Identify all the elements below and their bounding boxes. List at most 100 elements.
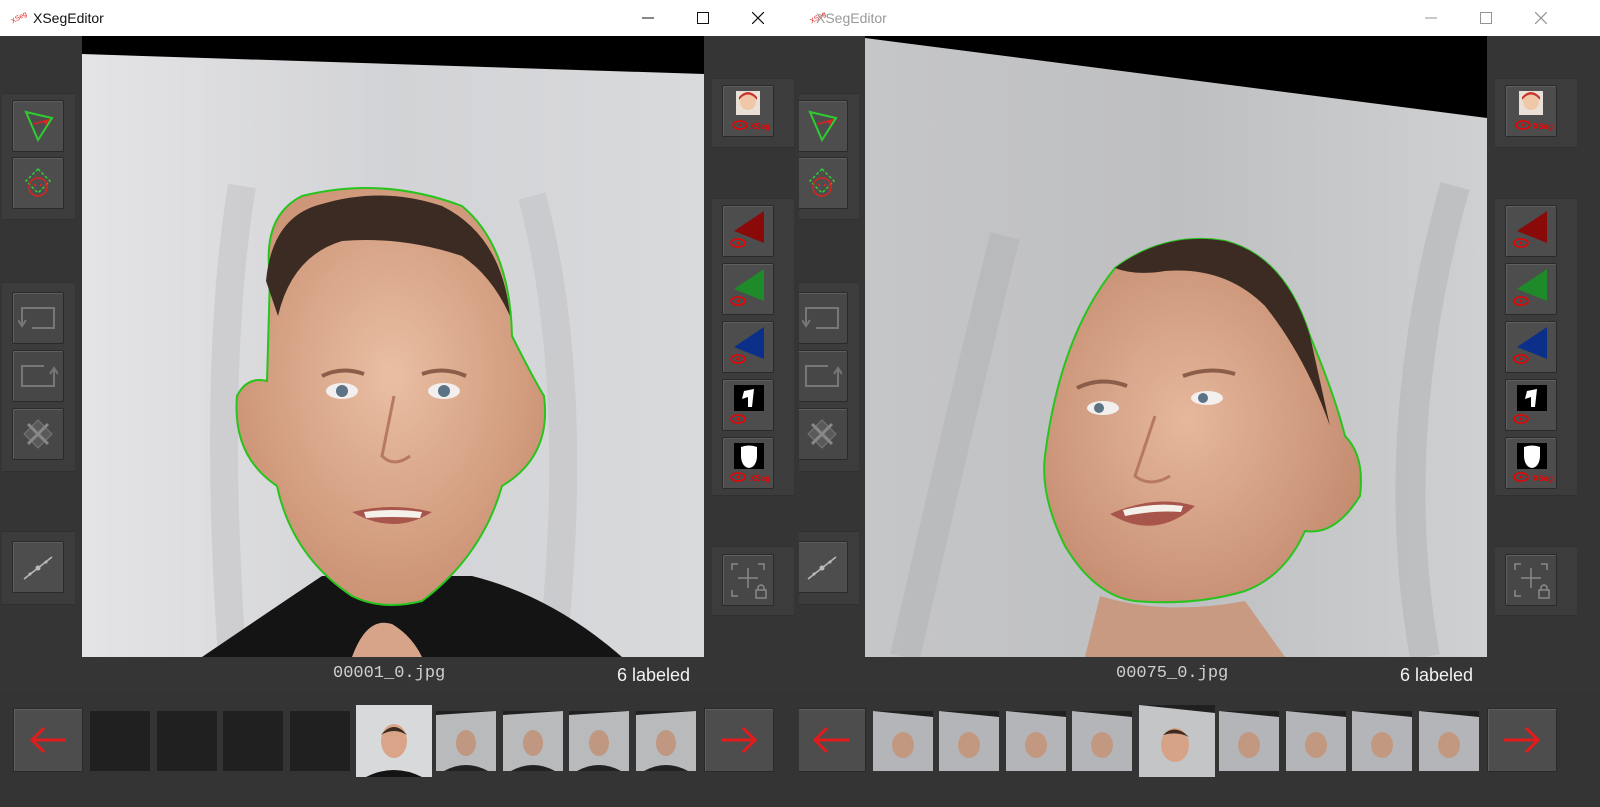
redo-icon <box>805 365 842 387</box>
arrow-right-icon <box>721 726 758 754</box>
image-canvas[interactable] <box>865 36 1487 657</box>
close-button[interactable] <box>1518 0 1564 36</box>
delete-poly-button[interactable] <box>12 408 64 460</box>
overlay-blue-icon <box>1513 327 1547 364</box>
mask-bw-icon <box>1513 385 1547 424</box>
face-image <box>865 38 1487 657</box>
view-lock-add-button[interactable] <box>1505 554 1557 606</box>
undo-button[interactable] <box>799 292 848 344</box>
show-faces-button[interactable]: XSeg <box>1505 85 1557 137</box>
overlay-green-button[interactable] <box>1505 263 1557 315</box>
poly-include-button[interactable] <box>799 100 848 152</box>
minimize-icon <box>1425 17 1437 19</box>
undo-icon <box>802 307 839 329</box>
show-faces-button[interactable]: XSeg <box>722 85 774 137</box>
next-image-button[interactable] <box>1487 708 1557 772</box>
thumbnail-current[interactable] <box>356 705 432 777</box>
close-button[interactable] <box>735 0 781 36</box>
xseg-editor-window-1: XSeg XSegEditor XSeg XSeg 00001_0.jpg 6 … <box>0 0 799 807</box>
overlay-red-icon <box>1513 211 1547 248</box>
svg-text:XSeg: XSeg <box>750 122 770 131</box>
xseg-mask-icon: XSeg <box>730 443 770 483</box>
thumbnail[interactable] <box>1419 711 1479 771</box>
redo-icon <box>21 365 58 387</box>
minimize-button[interactable] <box>1408 0 1454 36</box>
delete-poly-button[interactable] <box>799 408 848 460</box>
labeled-count: 6 labeled <box>617 665 691 685</box>
poly-exclude-button[interactable] <box>799 157 848 209</box>
next-image-button[interactable] <box>704 708 774 772</box>
maximize-button[interactable] <box>1463 0 1509 36</box>
delete-poly-icon <box>807 419 837 449</box>
title-bar[interactable]: XSeg XSegEditor <box>0 0 799 36</box>
delete-poly-icon <box>23 419 53 449</box>
labeled-count: 6 labeled <box>1400 665 1474 685</box>
view-lock-add-icon <box>731 563 767 599</box>
view-lock-button[interactable] <box>799 541 848 593</box>
arrow-right-icon <box>1504 726 1541 754</box>
view-lock-button[interactable] <box>12 541 64 593</box>
mask-bw-button[interactable] <box>1505 379 1557 431</box>
arrow-left-icon <box>29 726 66 754</box>
image-canvas[interactable] <box>82 36 704 657</box>
overlay-blue-button[interactable] <box>722 321 774 373</box>
thumbnail-empty[interactable] <box>290 711 350 771</box>
thumbnail-empty[interactable] <box>223 711 283 771</box>
filename-label: 00075_0.jpg <box>1116 664 1229 683</box>
thumbnail[interactable] <box>436 711 496 771</box>
overlay-green-icon <box>730 269 764 306</box>
svg-text:XSeg: XSeg <box>1533 474 1553 483</box>
poly-include-icon <box>24 110 54 143</box>
svg-text:XSeg: XSeg <box>10 11 27 26</box>
poly-include-button[interactable] <box>12 100 64 152</box>
xseg-mask-icon: XSeg <box>1513 443 1553 483</box>
view-lock-add-icon <box>1514 563 1550 599</box>
thumbnail[interactable] <box>1072 711 1132 771</box>
view-lock-icon <box>23 556 53 580</box>
thumbnail-empty[interactable] <box>157 711 217 771</box>
thumbnail[interactable] <box>873 711 933 771</box>
close-icon <box>1535 12 1547 24</box>
overlay-red-button[interactable] <box>722 205 774 257</box>
overlay-green-icon <box>1513 269 1547 306</box>
thumbnail[interactable] <box>503 711 563 771</box>
minimize-icon <box>642 17 654 19</box>
thumbnail[interactable] <box>939 711 999 771</box>
thumbnail[interactable] <box>636 711 696 771</box>
thumbnail-current[interactable] <box>1139 705 1215 777</box>
mask-bw-icon <box>730 385 764 424</box>
mask-bw-button[interactable] <box>722 379 774 431</box>
maximize-button[interactable] <box>680 0 726 36</box>
overlay-green-button[interactable] <box>722 263 774 315</box>
xseg-mask-button[interactable]: XSeg <box>1505 437 1557 489</box>
poly-exclude-icon <box>808 167 836 197</box>
overlay-red-icon <box>730 211 764 248</box>
redo-button[interactable] <box>799 350 848 402</box>
show-faces-icon: XSeg <box>1515 91 1553 131</box>
prev-image-button[interactable] <box>13 708 83 772</box>
maximize-icon <box>1480 12 1492 24</box>
minimize-button[interactable] <box>625 0 671 36</box>
thumbnail[interactable] <box>1219 711 1279 771</box>
view-lock-add-button[interactable] <box>722 554 774 606</box>
overlay-red-button[interactable] <box>1505 205 1557 257</box>
xseg-editor-window-2: XSeg XSegEditor XSeg XSeg 00075_0.jpg 6 … <box>799 0 1600 807</box>
poly-include-icon <box>808 110 838 143</box>
redo-button[interactable] <box>12 350 64 402</box>
thumbnail[interactable] <box>1006 711 1066 771</box>
close-icon <box>752 12 764 24</box>
prev-image-button[interactable] <box>799 708 866 772</box>
thumbnail[interactable] <box>1352 711 1412 771</box>
undo-button[interactable] <box>12 292 64 344</box>
svg-text:XSeg: XSeg <box>750 474 770 483</box>
xseg-mask-button[interactable]: XSeg <box>722 437 774 489</box>
overlay-blue-icon <box>730 327 764 364</box>
thumbnail[interactable] <box>1286 711 1346 771</box>
thumbnail[interactable] <box>569 711 629 771</box>
thumbnail-empty[interactable] <box>90 711 150 771</box>
overlay-blue-button[interactable] <box>1505 321 1557 373</box>
poly-exclude-icon <box>24 167 52 197</box>
title-bar[interactable]: XSeg XSegEditor <box>799 0 1600 36</box>
poly-exclude-button[interactable] <box>12 157 64 209</box>
svg-text:XSeg: XSeg <box>1533 122 1553 131</box>
